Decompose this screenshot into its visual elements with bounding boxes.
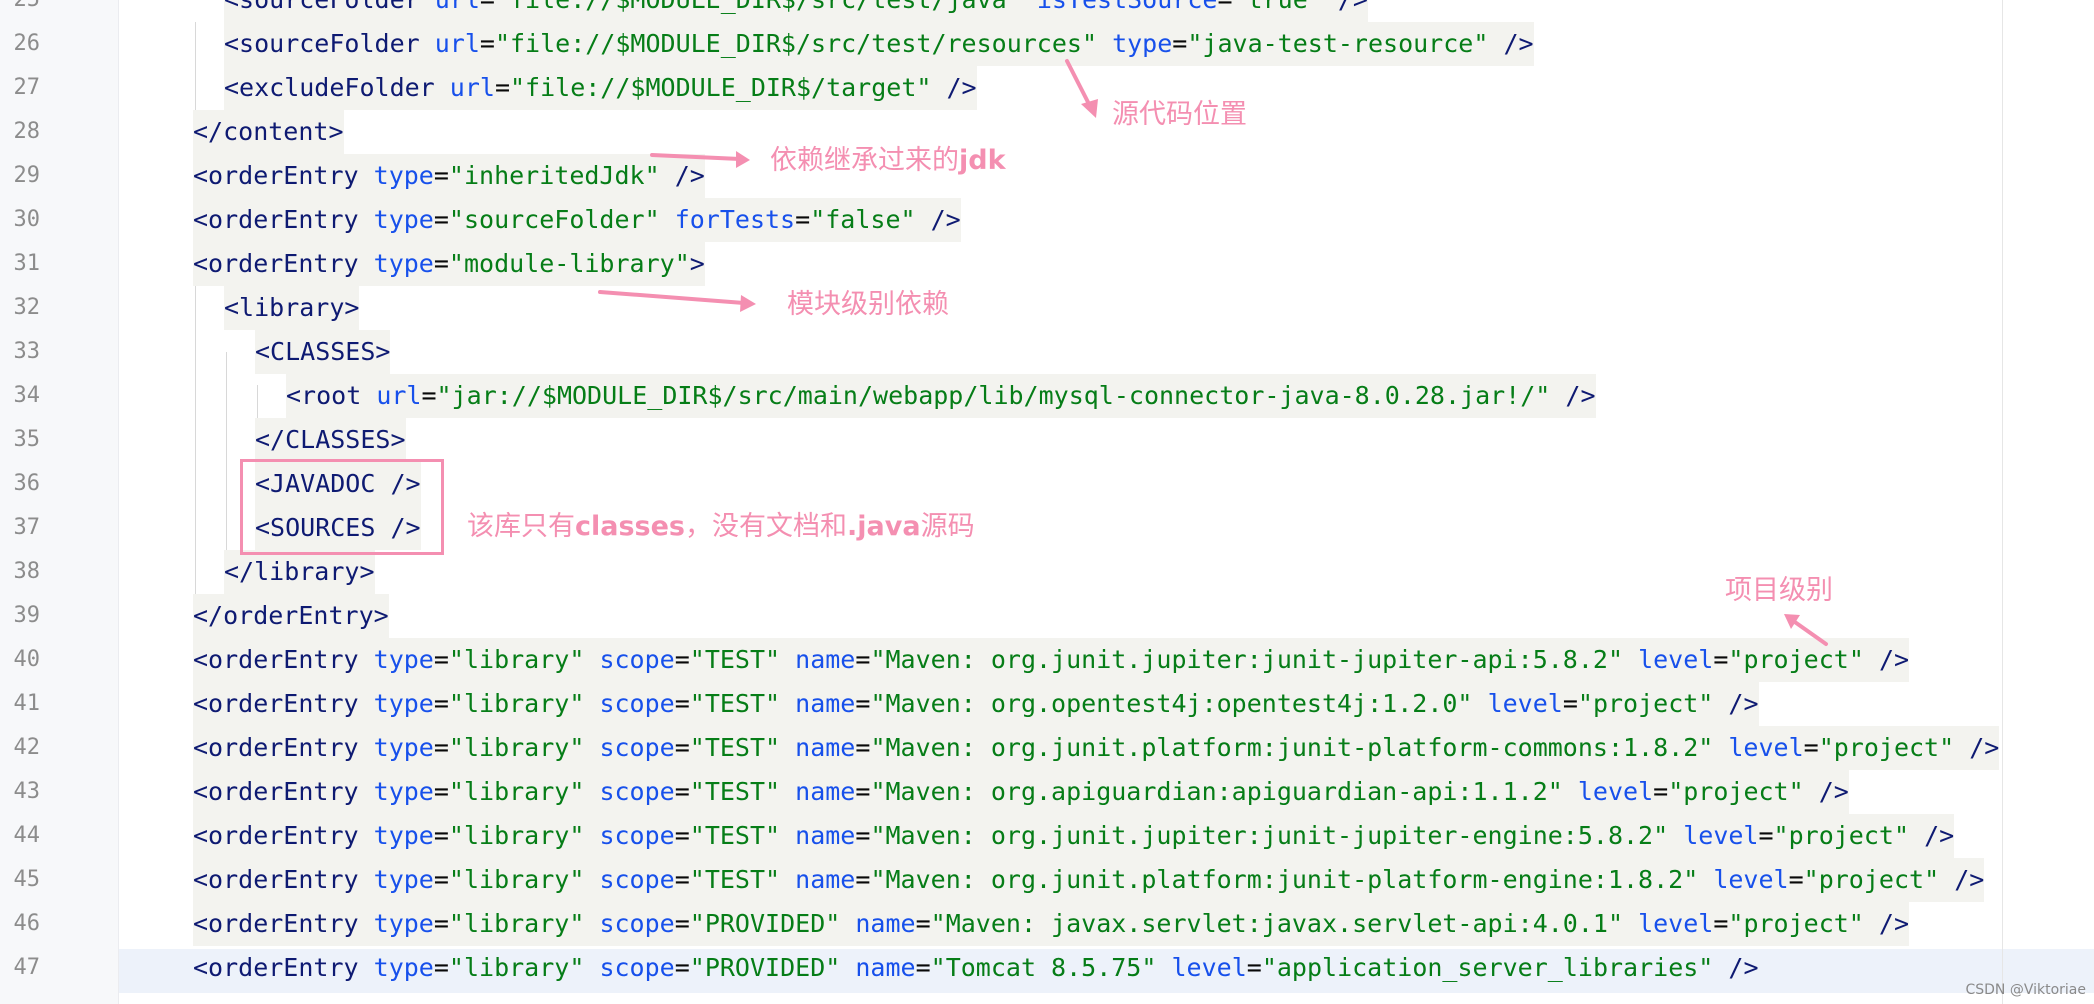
arrow-inherited-jdk bbox=[650, 153, 742, 161]
annotation-inherited-jdk-text: 依赖继承过来的 bbox=[770, 145, 959, 176]
arrow-project-level-head bbox=[1784, 614, 1800, 629]
arrow-source-location-head bbox=[1081, 99, 1098, 118]
arrow-inherited-jdk-head bbox=[736, 151, 750, 168]
watermark: CSDN @Viktoriae bbox=[1965, 982, 2086, 998]
annotation-lib-post: 源码 bbox=[920, 511, 975, 542]
annotation-lib-bold2: .java bbox=[847, 511, 921, 542]
annotation-arrows bbox=[598, 59, 1828, 646]
annotation-inherited-jdk: 依赖继承过来的jdk bbox=[770, 145, 1006, 177]
annotation-module-dependency: 模块级别依赖 bbox=[787, 289, 949, 320]
arrow-project-level bbox=[1790, 618, 1828, 646]
annotation-lib-mid: ，没有文档和 bbox=[685, 511, 848, 542]
annotation-lib-pre: 该库只有 bbox=[467, 511, 575, 542]
annotation-lib-bold1: classes bbox=[575, 511, 686, 542]
annotation-library-only-classes: 该库只有classes，没有文档和.java源码 bbox=[467, 511, 975, 543]
annotation-project-level: 项目级别 bbox=[1725, 575, 1833, 606]
arrow-module-library bbox=[598, 290, 746, 305]
annotation-source-location: 源代码位置 bbox=[1112, 99, 1247, 130]
arrow-module-library-head bbox=[740, 295, 756, 312]
annotation-inherited-jdk-bold: jdk bbox=[959, 145, 1006, 176]
code-editor[interactable]: 2526272829303132333435363738394041424344… bbox=[0, 0, 2094, 1004]
